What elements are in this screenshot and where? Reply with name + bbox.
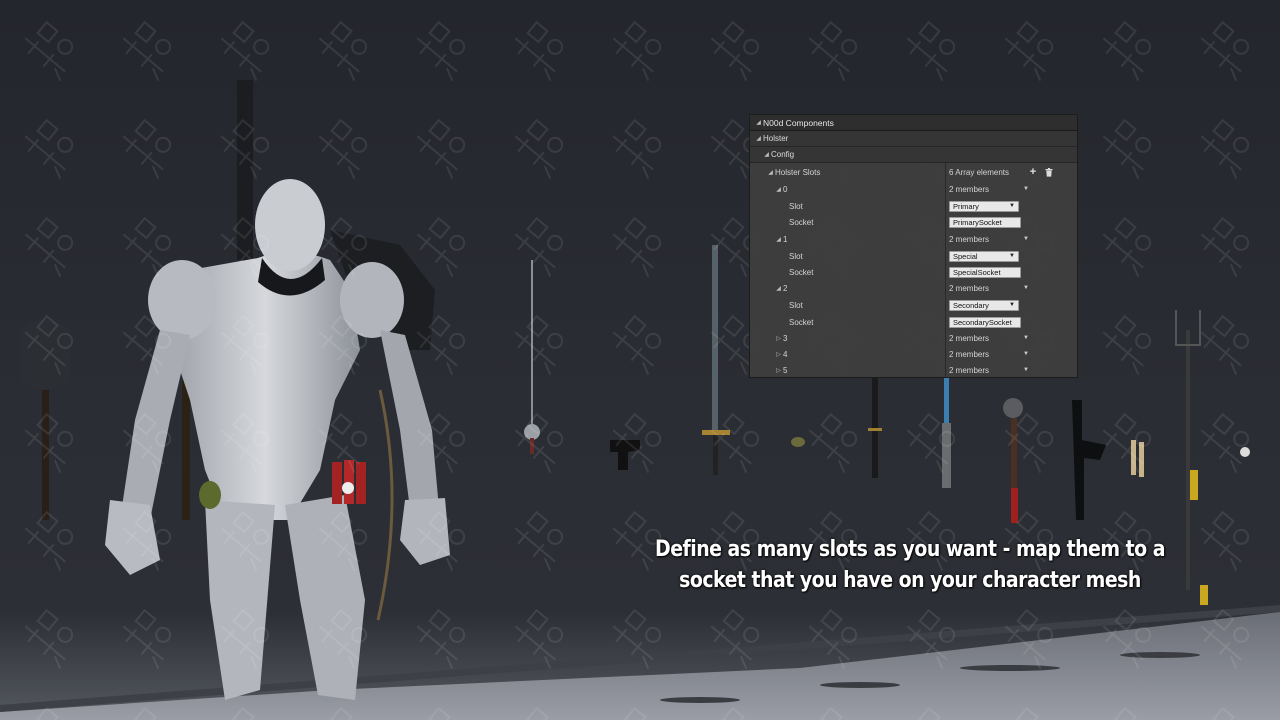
members-dropdown[interactable]: 2 members ▼ (949, 284, 1029, 293)
chevron-down-icon: ▼ (1023, 367, 1029, 373)
socket-value: SecondarySocket (953, 317, 1012, 327)
trash-icon[interactable] (1043, 166, 1055, 178)
array-element-5[interactable]: ▷ 5 2 members ▼ (750, 362, 1077, 378)
slot-combo-2[interactable]: Secondary ▼ (949, 299, 1019, 311)
socket-row-2: Socket SecondarySocket (750, 314, 1077, 330)
members-dropdown[interactable]: 2 members ▼ (949, 185, 1029, 194)
members-label: 2 members (949, 184, 990, 194)
details-panel: ◢ N00d Components ◢ Holster ◢ Config ◢ H… (749, 114, 1078, 378)
chevron-down-icon: ▼ (1009, 302, 1015, 308)
chevron-down-icon: ▼ (1023, 351, 1029, 357)
category-config[interactable]: ◢ Config (750, 147, 1077, 163)
slot-value: Special (953, 251, 978, 261)
slot-label: Slot (789, 251, 803, 261)
element-index: 5 (783, 365, 788, 375)
triangle-right-icon: ▷ (776, 351, 781, 358)
members-label: 2 members (949, 283, 990, 293)
members-label: 2 members (949, 349, 990, 359)
chevron-down-icon: ▼ (1009, 253, 1015, 259)
holster-slots-value: 6 Array elements + (949, 166, 1055, 178)
category-label: Holster (763, 134, 789, 143)
holster-slots-name[interactable]: ◢ Holster Slots (766, 168, 820, 177)
members-label: 2 members (949, 234, 990, 244)
socket-value: SpecialSocket (953, 267, 1001, 277)
chevron-down-icon: ▼ (1023, 186, 1029, 192)
chevron-down-icon: ▼ (1009, 203, 1015, 209)
components-header[interactable]: ◢ N00d Components (750, 115, 1077, 131)
game-viewport-scene (0, 80, 1280, 720)
chevron-down-icon: ▼ (1023, 285, 1029, 291)
caption-text: Define as many slots as you want - map t… (643, 534, 1176, 596)
subcategory-label: Config (771, 150, 795, 159)
category-holster[interactable]: ◢ Holster (750, 131, 1077, 147)
slot-combo-0[interactable]: Primary ▼ (949, 200, 1019, 212)
triangle-down-icon: ◢ (768, 169, 773, 176)
members-dropdown[interactable]: 2 members ▼ (949, 334, 1029, 343)
element-index: 3 (783, 333, 788, 343)
members-dropdown[interactable]: 2 members ▼ (949, 350, 1029, 359)
slot-label: Slot (789, 201, 803, 211)
triangle-down-icon: ◢ (776, 236, 781, 243)
element-index: 1 (783, 234, 788, 244)
socket-field-2[interactable]: SecondarySocket (949, 316, 1021, 328)
slot-row-1: Slot Special ▼ (750, 248, 1077, 264)
array-element-1[interactable]: ◢ 1 2 members ▼ (750, 231, 1077, 247)
caption-line-1: Define as many slots as you want - map t… (655, 537, 1165, 562)
caption-line-2: socket that you have on your character m… (679, 568, 1141, 593)
chevron-down-icon: ▼ (1023, 335, 1029, 341)
slot-value: Primary (953, 201, 979, 211)
triangle-down-icon: ◢ (776, 186, 781, 193)
socket-value: PrimarySocket (953, 217, 1002, 227)
socket-field-1[interactable]: SpecialSocket (949, 266, 1021, 278)
triangle-right-icon: ▷ (776, 335, 781, 342)
triangle-down-icon: ◢ (756, 136, 761, 142)
plus-icon[interactable]: + (1027, 166, 1039, 178)
socket-row-1: Socket SpecialSocket (750, 264, 1077, 280)
socket-label: Socket (789, 217, 814, 227)
element-index: 2 (783, 283, 788, 293)
array-element-2[interactable]: ◢ 2 2 members ▼ (750, 280, 1077, 296)
socket-label: Socket (789, 267, 814, 277)
slot-row-0: Slot Primary ▼ (750, 198, 1077, 214)
array-count: 6 Array elements (949, 167, 1010, 177)
holster-slots-row: ◢ Holster Slots 6 Array elements + (750, 164, 1077, 180)
triangle-right-icon: ▷ (776, 367, 781, 374)
floor (0, 612, 1280, 720)
character (105, 80, 450, 700)
element-index: 0 (783, 184, 788, 194)
slot-label: Slot (789, 300, 803, 310)
array-element-4[interactable]: ▷ 4 2 members ▼ (750, 346, 1077, 362)
members-dropdown[interactable]: 2 members ▼ (949, 366, 1029, 375)
members-label: 2 members (949, 365, 990, 375)
socket-field-0[interactable]: PrimarySocket (949, 216, 1021, 228)
array-element-3[interactable]: ▷ 3 2 members ▼ (750, 330, 1077, 346)
holster-slots-label: Holster Slots (775, 167, 821, 177)
triangle-down-icon: ◢ (776, 285, 781, 292)
slot-value: Secondary (953, 300, 989, 310)
triangle-down-icon: ◢ (764, 152, 769, 158)
members-dropdown[interactable]: 2 members ▼ (949, 235, 1029, 244)
chevron-down-icon: ▼ (1023, 236, 1029, 242)
element-index: 4 (783, 349, 788, 359)
slot-combo-1[interactable]: Special ▼ (949, 250, 1019, 262)
slot-row-2: Slot Secondary ▼ (750, 297, 1077, 313)
panel-title: N00d Components (763, 117, 834, 128)
socket-row-0: Socket PrimarySocket (750, 214, 1077, 230)
array-element-0[interactable]: ◢ 0 2 members ▼ (750, 181, 1077, 197)
members-label: 2 members (949, 333, 990, 343)
triangle-down-icon: ◢ (756, 120, 761, 126)
socket-label: Socket (789, 317, 814, 327)
